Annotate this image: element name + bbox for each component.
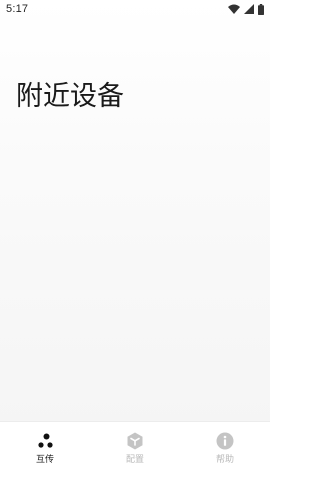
nav-label-help: 帮助 [215, 455, 234, 465]
battery-icon [258, 3, 264, 15]
signal-icon [244, 4, 254, 14]
nav-tab-config[interactable]: 配置 [90, 422, 180, 480]
nav-tab-transfer[interactable]: 互传 [0, 422, 90, 480]
wifi-icon [228, 4, 240, 14]
nav-label-config: 配置 [125, 455, 144, 465]
app-screen: 5:17 附近设备 互传 配置 帮助 [0, 0, 270, 480]
nav-label-transfer: 互传 [35, 455, 54, 465]
info-icon [215, 431, 235, 451]
status-time: 5:17 [6, 3, 29, 15]
page-title: 附近设备 [16, 81, 124, 112]
transfer-dots-icon [35, 431, 55, 451]
nav-tab-help[interactable]: 帮助 [180, 422, 270, 480]
status-icons [228, 3, 264, 15]
bottom-navigation: 互传 配置 帮助 [0, 421, 270, 480]
config-cube-icon [125, 431, 145, 451]
status-bar: 5:17 [0, 0, 270, 20]
